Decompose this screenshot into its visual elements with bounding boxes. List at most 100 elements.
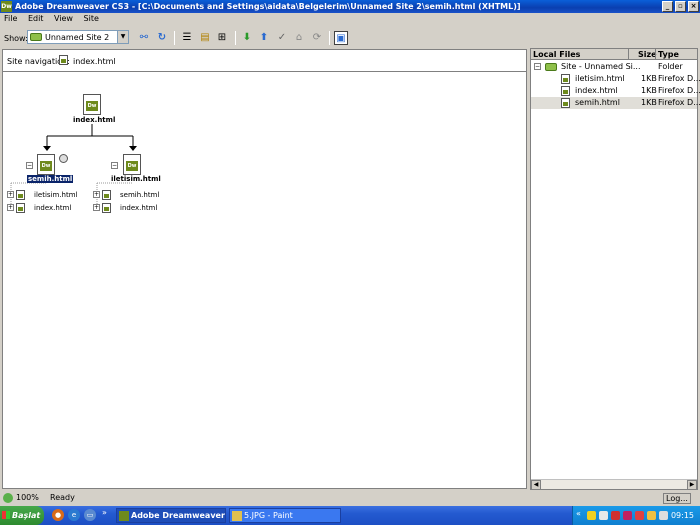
child-page-label[interactable]: iletisim.html xyxy=(34,191,77,199)
expand-toggle[interactable]: + xyxy=(93,191,100,198)
expand-toggle[interactable]: + xyxy=(7,191,14,198)
tray-alert-icon[interactable] xyxy=(587,511,596,520)
minimize-button[interactable]: _ xyxy=(662,1,673,12)
refresh-icon[interactable]: ↻ xyxy=(155,31,169,45)
column-local-files[interactable]: Local Files xyxy=(533,50,580,59)
start-button[interactable]: Başlat xyxy=(0,506,44,525)
paint-task-icon xyxy=(232,511,242,521)
site-map-icon[interactable]: ⊞ xyxy=(215,31,229,45)
list-item[interactable]: − Site - Unnamed Si... Folder xyxy=(531,61,697,73)
child-page-label[interactable]: index.html xyxy=(34,204,71,212)
tray-security-icon[interactable] xyxy=(623,511,632,520)
system-tray: « 09:15 xyxy=(572,506,700,525)
site-folder-icon xyxy=(30,33,42,41)
site-files-icon[interactable]: ☰ xyxy=(180,31,194,45)
page-status-icon xyxy=(59,154,68,163)
restore-button[interactable]: ▫ xyxy=(675,1,686,12)
root-page-label[interactable]: index.html xyxy=(73,116,115,124)
file-size: 1KB xyxy=(641,86,657,95)
tray-warning-icon[interactable] xyxy=(647,511,656,520)
log-button[interactable]: Log... xyxy=(663,493,691,504)
child-page-label[interactable]: semih.html xyxy=(120,191,159,199)
expand-toggle[interactable]: + xyxy=(7,204,14,211)
html-file-icon xyxy=(561,86,570,96)
child-page-label[interactable]: index.html xyxy=(120,204,157,212)
menu-view[interactable]: View xyxy=(54,14,73,23)
site-select-value: Unnamed Site 2 xyxy=(45,33,110,42)
check-in-icon[interactable]: ⌂ xyxy=(292,31,306,45)
chevron-down-icon[interactable]: ▼ xyxy=(117,31,128,43)
file-type: Folder xyxy=(658,62,683,71)
local-files-panel[interactable]: Local Files Size Type − Site - Unnamed S… xyxy=(530,48,700,490)
testing-server-icon[interactable]: ▤ xyxy=(198,31,212,45)
put-icon[interactable]: ⬆ xyxy=(257,31,271,45)
expand-toggle[interactable]: + xyxy=(93,204,100,211)
file-name: Site - Unnamed Si... xyxy=(561,62,641,71)
collapse-toggle[interactable]: − xyxy=(534,63,541,70)
task-dreamweaver[interactable]: Adobe Dreamweaver ... xyxy=(116,508,226,523)
iletisim-page-icon[interactable]: Dw xyxy=(123,154,141,175)
windows-flag-icon xyxy=(2,511,10,519)
menu-site[interactable]: Site xyxy=(84,14,99,23)
firefox-icon[interactable]: ● xyxy=(52,509,64,521)
html-file-icon xyxy=(561,74,570,84)
file-type: Firefox D... xyxy=(658,86,700,95)
menu-file[interactable]: File xyxy=(4,14,17,23)
synchronize-icon[interactable]: ⟳ xyxy=(310,31,324,45)
check-out-icon[interactable]: ✓ xyxy=(275,31,289,45)
collapse-toggle-semih[interactable]: − xyxy=(26,162,33,169)
file-name: iletisim.html xyxy=(575,74,625,83)
file-type: Firefox D... xyxy=(658,74,700,83)
site-map-pane[interactable]: Site navigation: index.html Dw index.htm… xyxy=(2,49,527,489)
zoom-level: 100% xyxy=(16,493,39,502)
expand-icon[interactable]: ▣ xyxy=(334,31,348,45)
task-label: Adobe Dreamweaver ... xyxy=(131,511,225,520)
root-page-icon[interactable]: Dw xyxy=(83,94,101,115)
task-label: 5.JPG - Paint xyxy=(244,511,293,520)
list-item[interactable]: semih.html 1KB Firefox D... xyxy=(531,97,700,109)
scroll-right-icon[interactable]: ▶ xyxy=(687,480,697,490)
linked-page-icon xyxy=(16,190,25,200)
close-button[interactable]: × xyxy=(688,1,699,12)
menu-bar: File Edit View Site xyxy=(0,13,700,25)
tray-volume-icon[interactable] xyxy=(659,511,668,520)
file-size: 1KB xyxy=(641,74,657,83)
status-bar: 100% Ready Log... xyxy=(0,491,700,505)
scroll-left-icon[interactable]: ◀ xyxy=(531,480,541,490)
taskbar: Başlat ● e ▭ » Adobe Dreamweaver ... 5.J… xyxy=(0,506,700,525)
internet-explorer-icon[interactable]: e xyxy=(68,509,80,521)
list-item[interactable]: index.html 1KB Firefox D... xyxy=(531,85,700,97)
column-size[interactable]: Size xyxy=(638,50,657,59)
dreamweaver-app-icon: Dw xyxy=(1,1,12,12)
files-toolbar: Show: Unnamed Site 2 ▼ ⚯ ↻ ☰ ▤ ⊞ ⬇ ⬆ ✓ ⌂… xyxy=(0,28,700,48)
site-folder-icon xyxy=(545,63,557,71)
desktop-icon[interactable]: ▭ xyxy=(84,509,96,521)
collapse-toggle-iletisim[interactable]: − xyxy=(111,162,118,169)
dreamweaver-task-icon xyxy=(119,511,129,521)
show-label: Show: xyxy=(4,34,28,43)
linked-page-icon xyxy=(102,203,111,213)
quicklaunch-overflow[interactable]: » xyxy=(102,508,107,517)
site-select[interactable]: Unnamed Site 2 ▼ xyxy=(27,30,129,44)
list-item[interactable]: iletisim.html 1KB Firefox D... xyxy=(531,73,700,85)
semih-page-label[interactable]: semih.html xyxy=(27,175,74,183)
get-icon[interactable]: ⬇ xyxy=(240,31,254,45)
file-size: 1KB xyxy=(641,98,657,107)
tray-network-icon[interactable] xyxy=(599,511,608,520)
semih-page-icon[interactable]: Dw xyxy=(37,154,55,175)
column-type[interactable]: Type xyxy=(658,50,679,59)
file-name: index.html xyxy=(575,86,618,95)
file-type: Firefox D... xyxy=(658,98,700,107)
horizontal-scrollbar[interactable]: ◀ ▶ xyxy=(531,479,697,490)
tray-antivirus-icon[interactable] xyxy=(635,511,644,520)
menu-edit[interactable]: Edit xyxy=(28,14,44,23)
linked-page-icon xyxy=(16,203,25,213)
tray-expand[interactable]: « xyxy=(576,509,581,518)
window-title: Adobe Dreamweaver CS3 - [C:\Documents an… xyxy=(15,2,521,11)
task-paint[interactable]: 5.JPG - Paint xyxy=(229,508,341,523)
clock: 09:15 xyxy=(670,511,694,520)
title-bar[interactable]: Dw Adobe Dreamweaver CS3 - [C:\Documents… xyxy=(0,0,700,13)
tray-shield-icon[interactable] xyxy=(611,511,620,520)
connect-icon[interactable]: ⚯ xyxy=(137,31,151,45)
iletisim-page-label[interactable]: iletisim.html xyxy=(111,175,161,183)
